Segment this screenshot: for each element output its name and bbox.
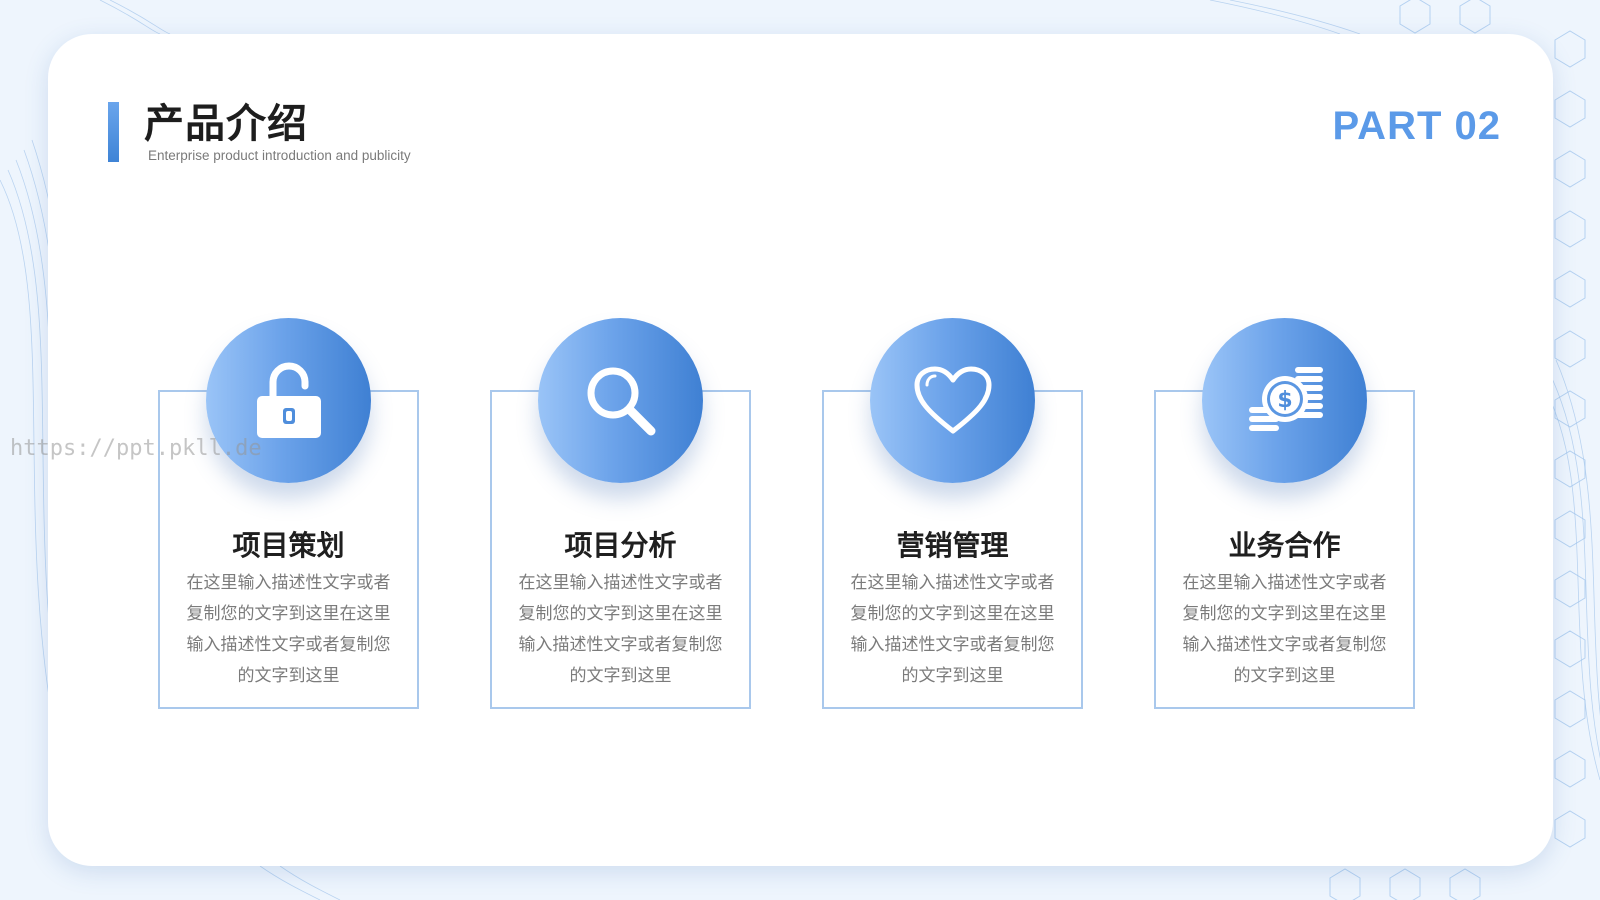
card-title: 业务合作	[1228, 529, 1341, 562]
card-description: 在这里输入描述性文字或者复制您的文字到这里在这里输入描述性文字或者复制您的文字到…	[850, 573, 1055, 686]
card-title: 营销管理	[896, 529, 1009, 562]
card-description: 在这里输入描述性文字或者复制您的文字到这里在这里输入描述性文字或者复制您的文字到…	[186, 573, 391, 686]
card-description: 在这里输入描述性文字或者复制您的文字到这里在这里输入描述性文字或者复制您的文字到…	[1182, 573, 1387, 686]
card-description: 在这里输入描述性文字或者复制您的文字到这里在这里输入描述性文字或者复制您的文字到…	[518, 573, 723, 686]
magnifier-icon	[538, 318, 703, 483]
coins-dollar-icon: $	[1202, 318, 1367, 483]
title-accent-bar	[108, 102, 119, 162]
card-title: 项目策划	[232, 529, 345, 562]
watermark: https://ppt.pkll.de	[10, 436, 262, 461]
svg-text:$: $	[1277, 388, 1292, 413]
card-title: 项目分析	[564, 529, 677, 562]
page-subtitle: Enterprise product introduction and publ…	[148, 148, 411, 163]
part-label: PART 02	[1332, 104, 1501, 148]
page-title: 产品介绍	[144, 101, 308, 147]
heart-icon	[870, 318, 1035, 483]
slide-panel: 产品介绍 Enterprise product introduction and…	[48, 34, 1553, 866]
